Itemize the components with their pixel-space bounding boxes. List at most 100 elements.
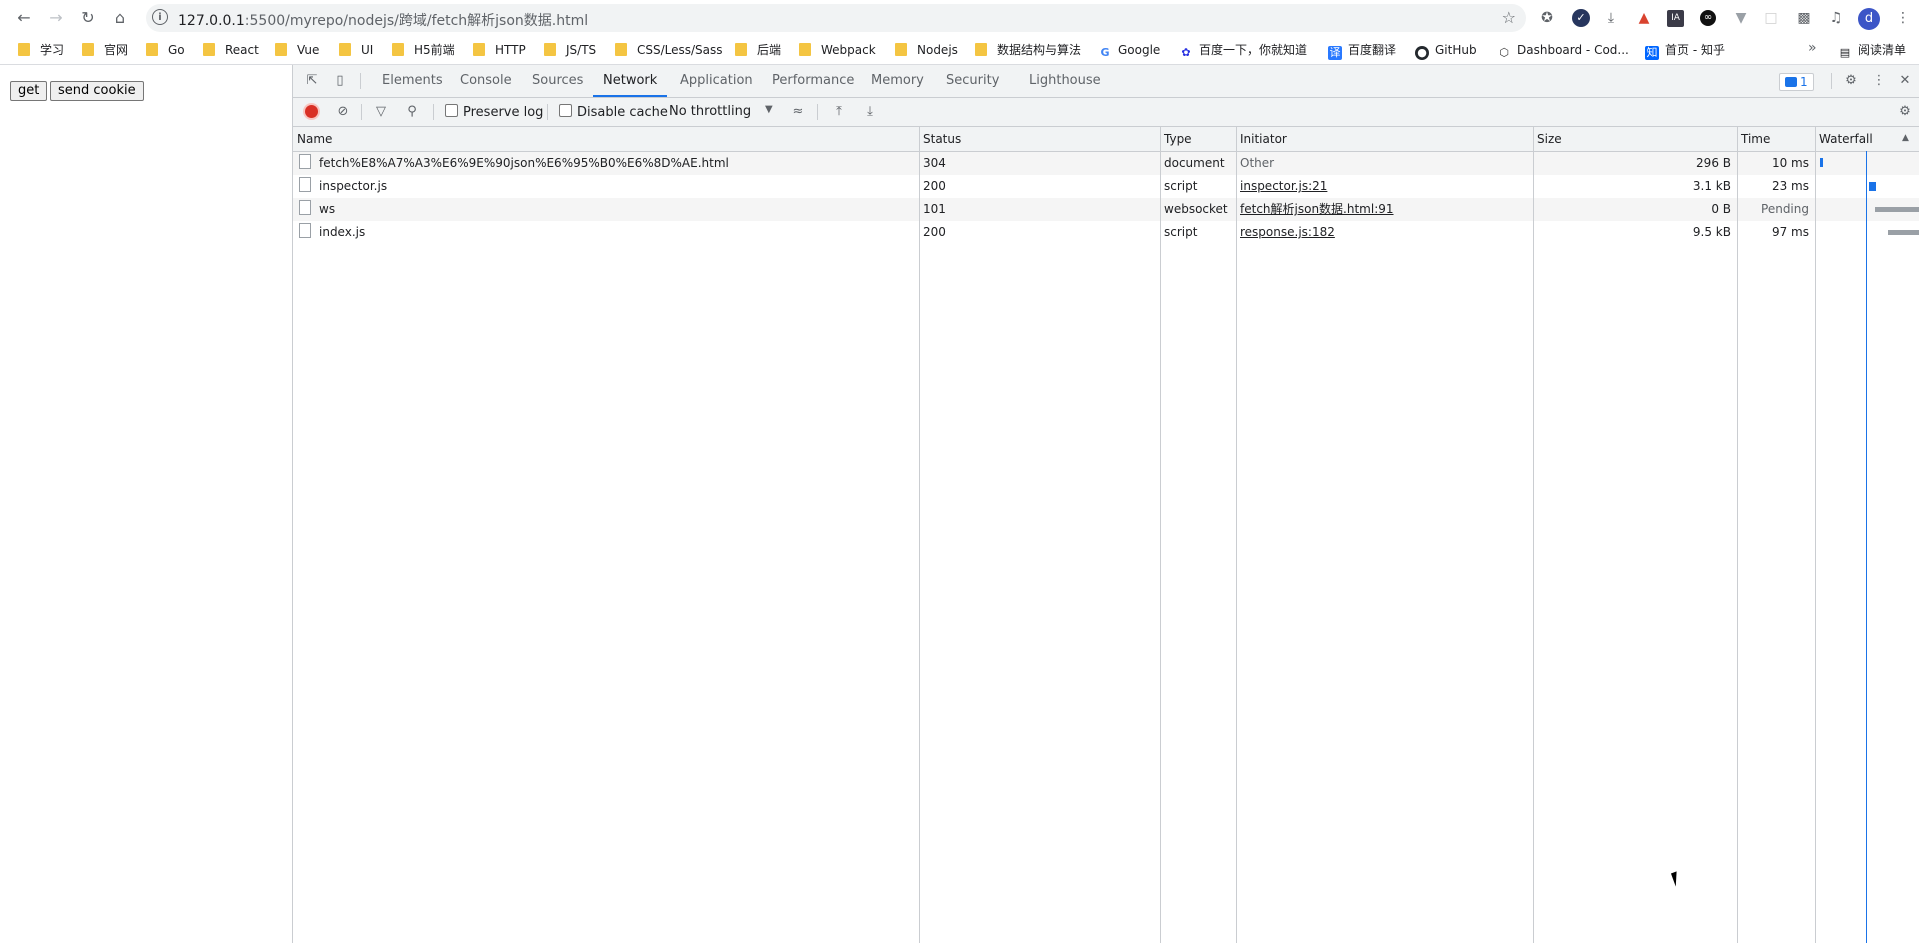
send-cookie-button[interactable]: send cookie	[50, 81, 144, 101]
request-name: index.js	[319, 225, 366, 239]
tab-performance[interactable]: Performance	[772, 65, 854, 97]
tab-console[interactable]: Console	[460, 65, 512, 97]
table-row[interactable]: fetch%E8%A7%A3%E6%9E%90json%E6%95%B0%E6%…	[293, 152, 1919, 175]
close-devtools-icon[interactable]: ✕	[1896, 72, 1914, 90]
site-info-icon[interactable]: i	[152, 9, 168, 25]
bookmark-item[interactable]: ● GitHub	[1415, 41, 1477, 60]
divider	[817, 104, 818, 120]
bookmark-item[interactable]: 学习	[18, 41, 64, 59]
cell-initiator[interactable]: inspector.js:21	[1236, 175, 1533, 198]
bookmark-item[interactable]: UI	[339, 41, 373, 59]
search-icon[interactable]: ⚲	[403, 103, 421, 121]
bookmark-item[interactable]: G Google	[1098, 41, 1160, 59]
address-bar[interactable]: i 127.0.0.1:5500/myrepo/nodejs/跨域/fetch解…	[146, 4, 1526, 32]
column-name[interactable]: Name	[293, 127, 919, 151]
cell-initiator[interactable]: fetch解析json数据.html:91	[1236, 198, 1533, 221]
more-bookmarks-icon[interactable]: »	[1808, 40, 1817, 56]
media-icon[interactable]: ♫	[1826, 8, 1846, 28]
column-divider[interactable]	[1236, 127, 1237, 943]
tab-sources[interactable]: Sources	[532, 65, 583, 97]
bookmark-item[interactable]: 官网	[82, 41, 128, 59]
bookmark-item[interactable]: 知首页 - 知乎	[1645, 41, 1725, 60]
table-row[interactable]: ws 101 websocket fetch解析json数据.html:91 0…	[293, 198, 1919, 221]
throttling-select[interactable]: No throttling	[669, 104, 751, 119]
bookmark-item[interactable]: Webpack	[799, 41, 876, 59]
reload-icon[interactable]: ↻	[77, 7, 99, 29]
tab-lighthouse[interactable]: Lighthouse	[1029, 65, 1101, 97]
column-divider[interactable]	[1815, 127, 1816, 943]
bookmark-item[interactable]: Go	[146, 41, 185, 59]
filter-icon[interactable]: ▽	[372, 103, 390, 121]
tab-network[interactable]: Network	[593, 65, 668, 97]
bookmark-item[interactable]: H5前端	[392, 41, 455, 59]
bookmark-item[interactable]: JS/TS	[544, 41, 596, 59]
download-icon[interactable]: ⤓	[1601, 8, 1621, 28]
star-list-icon[interactable]: ✪	[1537, 8, 1557, 28]
bookmark-item[interactable]: Nodejs	[895, 41, 958, 59]
bookmark-star-icon[interactable]: ☆	[1502, 8, 1516, 27]
export-har-icon[interactable]: ⤓	[861, 103, 879, 121]
column-type[interactable]: Type	[1160, 127, 1236, 151]
request-table: Name Status Type Initiator Size Time Wat…	[293, 127, 1919, 943]
bookmark-item[interactable]: 译百度翻译	[1328, 41, 1396, 60]
column-divider[interactable]	[1160, 127, 1161, 943]
forward-icon[interactable]: →	[45, 7, 67, 29]
reading-list-button[interactable]: ▤ 阅读清单	[1838, 41, 1906, 60]
issues-badge[interactable]: 1	[1779, 73, 1814, 91]
network-settings-icon[interactable]: ⚙	[1896, 103, 1914, 121]
bookmark-item[interactable]: Vue	[275, 41, 319, 59]
table-row[interactable]: inspector.js 200 script inspector.js:21 …	[293, 175, 1919, 198]
bookmark-item[interactable]: HTTP	[473, 41, 526, 59]
column-divider[interactable]	[1533, 127, 1534, 943]
dark-circle-icon[interactable]: ✓	[1572, 9, 1590, 27]
blank-ext-icon[interactable]: □	[1761, 8, 1781, 28]
vue-devtools-icon[interactable]: ▼	[1731, 8, 1751, 28]
tab-elements[interactable]: Elements	[382, 65, 443, 97]
network-conditions-icon[interactable]: ≈	[789, 103, 807, 121]
record-icon[interactable]	[305, 105, 318, 118]
bookmark-item[interactable]: 后端	[735, 41, 781, 59]
sort-arrow-icon[interactable]: ▲	[1902, 133, 1909, 143]
bookmark-label: 官网	[104, 43, 129, 57]
divider	[433, 104, 434, 120]
column-initiator[interactable]: Initiator	[1236, 127, 1533, 151]
home-icon[interactable]: ⌂	[109, 7, 131, 29]
bookmark-item[interactable]: ✿ 百度一下，你就知道	[1179, 41, 1307, 59]
cell-initiator: Other	[1240, 156, 1275, 170]
inspect-element-icon[interactable]: ⇱	[303, 72, 321, 90]
bookmark-item[interactable]: React	[203, 41, 259, 59]
cell-initiator[interactable]: response.js:182	[1236, 221, 1533, 244]
bookmark-item[interactable]: ⬡ Dashboard - Cod...	[1497, 41, 1629, 59]
column-status[interactable]: Status	[919, 127, 1160, 151]
bookmark-item[interactable]: CSS/Less/Sass	[615, 41, 723, 59]
profile-avatar[interactable]: d	[1858, 8, 1880, 30]
chevron-down-icon[interactable]: ▼	[765, 104, 773, 115]
orange-icon[interactable]: ▲	[1634, 8, 1654, 28]
preserve-log-checkbox[interactable]: Preserve log	[445, 104, 543, 120]
bookmark-item[interactable]: 数据结构与算法	[975, 41, 1081, 59]
column-divider[interactable]	[1737, 127, 1738, 943]
puzzle-icon[interactable]: ▩	[1794, 8, 1814, 28]
more-options-icon[interactable]: ⋮	[1870, 72, 1888, 90]
clear-icon[interactable]: ⊘	[334, 103, 352, 121]
back-icon[interactable]: ←	[13, 7, 35, 29]
black-circle-icon[interactable]: ∞	[1700, 10, 1716, 26]
device-toolbar-icon[interactable]: ▯	[331, 72, 349, 90]
ia-icon[interactable]: IA	[1667, 10, 1684, 27]
table-row[interactable]: index.js 200 script response.js:182 9.5 …	[293, 221, 1919, 244]
url-text[interactable]: 127.0.0.1:5500/myrepo/nodejs/跨域/fetch解析j…	[178, 10, 588, 30]
disable-cache-checkbox[interactable]: Disable cache	[559, 104, 668, 120]
column-size[interactable]: Size	[1533, 127, 1737, 151]
cell-status: 304	[923, 156, 946, 170]
menu-icon[interactable]: ⋮	[1893, 8, 1913, 28]
import-har-icon[interactable]: ⤒	[830, 103, 848, 121]
settings-gear-icon[interactable]: ⚙	[1842, 72, 1860, 90]
tab-security[interactable]: Security	[946, 65, 999, 97]
column-divider[interactable]	[919, 127, 920, 943]
waterfall-bar	[1875, 207, 1919, 212]
checkbox-icon	[559, 104, 572, 117]
column-time[interactable]: Time	[1737, 127, 1815, 151]
tab-memory[interactable]: Memory	[871, 65, 924, 97]
tab-application[interactable]: Application	[680, 65, 753, 97]
get-button[interactable]: get	[10, 81, 48, 101]
